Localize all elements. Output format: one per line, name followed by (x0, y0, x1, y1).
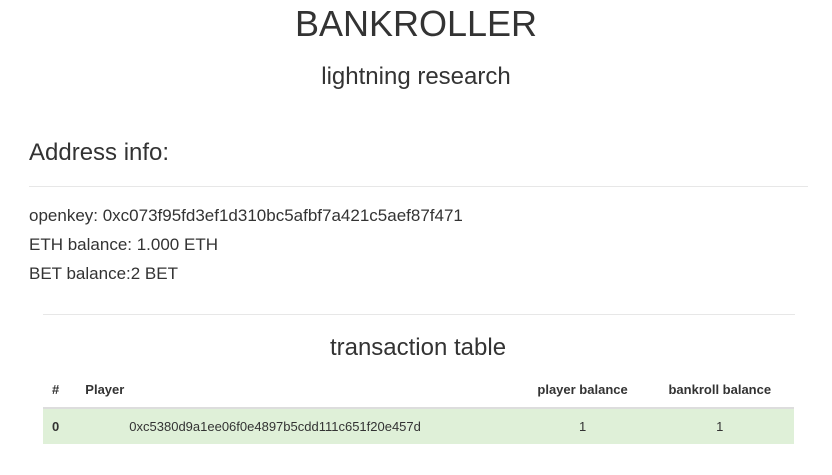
table-row: 0 0xc5380d9a1ee06f0e4897b5cdd111c651f20e… (43, 407, 794, 444)
row-player-address: 0xc5380d9a1ee06f0e4897b5cdd111c651f20e45… (85, 407, 520, 444)
openkey-info: openkey: 0xc073f95fd3ef1d310bc5afbf7a421… (29, 206, 463, 225)
column-header-index: # (43, 371, 86, 409)
page-subtitle: lightning research (321, 63, 511, 90)
column-header-player-balance: player balance (519, 371, 646, 409)
row-player-balance: 1 (519, 407, 646, 444)
section-divider (29, 186, 808, 187)
address-info-heading: Address info: (29, 139, 170, 166)
eth-balance-info: ETH balance: 1.000 ETH (29, 235, 218, 254)
transaction-table-title: transaction table (329, 334, 507, 361)
page-title: BANKROLLER (294, 3, 538, 44)
column-header-bankroll-balance: bankroll balance (645, 371, 794, 409)
row-index: 0 (43, 407, 86, 444)
column-header-player: Player (85, 371, 520, 409)
table-divider (43, 314, 795, 315)
row-bankroll-balance: 1 (645, 407, 794, 444)
table-header-row: # Player player balance bankroll balance (43, 371, 794, 409)
bet-balance-info: BET balance:2 BET (29, 264, 178, 283)
transaction-table: # Player player balance bankroll balance… (43, 371, 794, 444)
